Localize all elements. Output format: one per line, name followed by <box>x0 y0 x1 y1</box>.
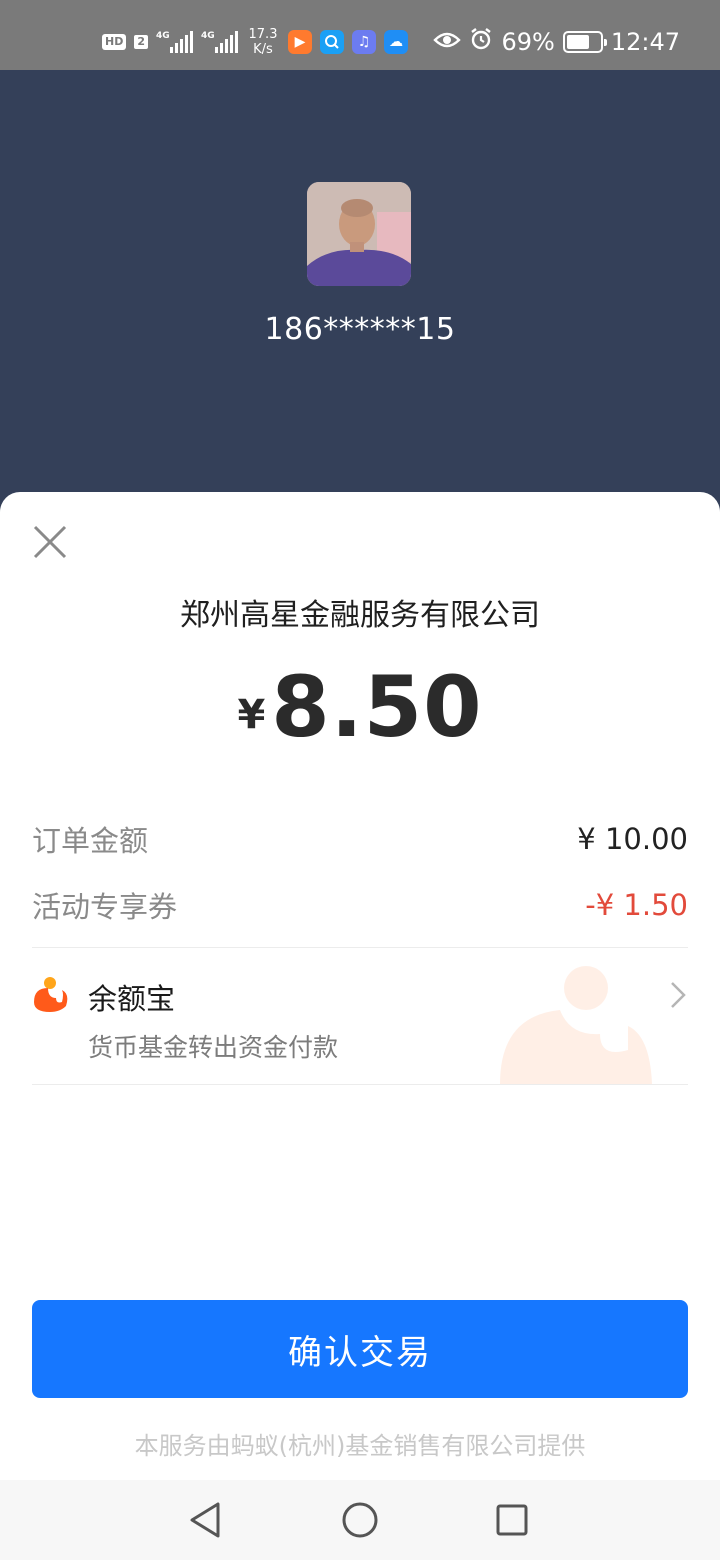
battery-percent: 69% <box>501 28 555 56</box>
network-speed-unit: K/s <box>253 42 273 57</box>
avatar-photo <box>307 182 411 286</box>
status-right: 69% 12:47 <box>433 22 680 62</box>
video-app-icon: ▶ <box>288 30 312 54</box>
signal-1-tag: 4G <box>156 31 170 41</box>
order-amount-label: 订单金额 <box>32 824 149 858</box>
signal-2-tag: 4G <box>201 31 215 41</box>
chevron-right-icon <box>671 982 686 1008</box>
payee-account: 186******15 <box>264 312 456 347</box>
network-speed-value: 17.3 <box>248 27 278 42</box>
status-left: HD 2 4G 4G 17.3 K/s ▶ ♫ ☁ <box>102 22 408 62</box>
signal-2-icon: 4G <box>201 31 238 53</box>
recents-square-icon <box>496 1504 528 1536</box>
currency-symbol: ¥ <box>237 692 266 738</box>
confirm-transaction-button[interactable]: 确认交易 <box>32 1300 688 1398</box>
home-circle-icon <box>342 1502 378 1538</box>
payment-method-name: 余额宝 <box>88 982 176 1016</box>
nav-back-button[interactable] <box>186 1500 226 1540</box>
battery-icon <box>562 31 607 53</box>
order-amount-row: 订单金额 ¥ 10.00 <box>32 818 688 860</box>
coupon-value: -¥ 1.50 <box>585 888 688 922</box>
close-button[interactable] <box>30 522 70 562</box>
payment-amount: ¥8.50 <box>0 658 720 756</box>
avatar <box>307 182 411 286</box>
amount-value: 8.50 <box>271 658 483 756</box>
sim-badge: 2 <box>134 35 148 49</box>
network-speed: 17.3 K/s <box>246 27 280 57</box>
battery-level <box>566 35 589 49</box>
eye-icon <box>433 28 462 56</box>
system-nav-bar <box>0 1480 720 1560</box>
search-app-icon <box>320 30 344 54</box>
provider-note: 本服务由蚂蚁(杭州)基金销售有限公司提供 <box>134 1432 586 1460</box>
coupon-row: 活动专享券 -¥ 1.50 <box>32 884 688 926</box>
payment-method-description: 货币基金转出资金付款 <box>88 1033 339 1062</box>
nav-home-button[interactable] <box>340 1500 380 1540</box>
payment-method-selector[interactable]: 余额宝 货币基金转出资金付款 <box>32 948 688 1084</box>
status-bar: HD 2 4G 4G 17.3 K/s ▶ ♫ ☁ 69% 12:47 <box>0 0 720 70</box>
back-triangle-icon <box>190 1502 220 1538</box>
close-icon <box>33 525 67 559</box>
yuebao-watermark-icon <box>500 966 652 1084</box>
order-amount-value: ¥ 10.00 <box>577 822 688 856</box>
music-app-icon: ♫ <box>352 30 376 54</box>
nav-recents-button[interactable] <box>492 1500 532 1540</box>
weather-app-icon: ☁ <box>384 30 408 54</box>
signal-1-icon: 4G <box>156 31 193 53</box>
alarm-icon <box>469 27 493 57</box>
divider <box>32 1084 688 1085</box>
merchant-name: 郑州高星金融服务有限公司 <box>180 598 540 633</box>
hd-badge: HD <box>102 34 127 50</box>
clock: 12:47 <box>610 28 680 56</box>
payment-sheet: 郑州高星金融服务有限公司 ¥8.50 订单金额 ¥ 10.00 活动专享券 -¥… <box>0 492 720 1560</box>
yuebao-logo-icon <box>34 977 68 1012</box>
coupon-label: 活动专享券 <box>32 890 178 924</box>
